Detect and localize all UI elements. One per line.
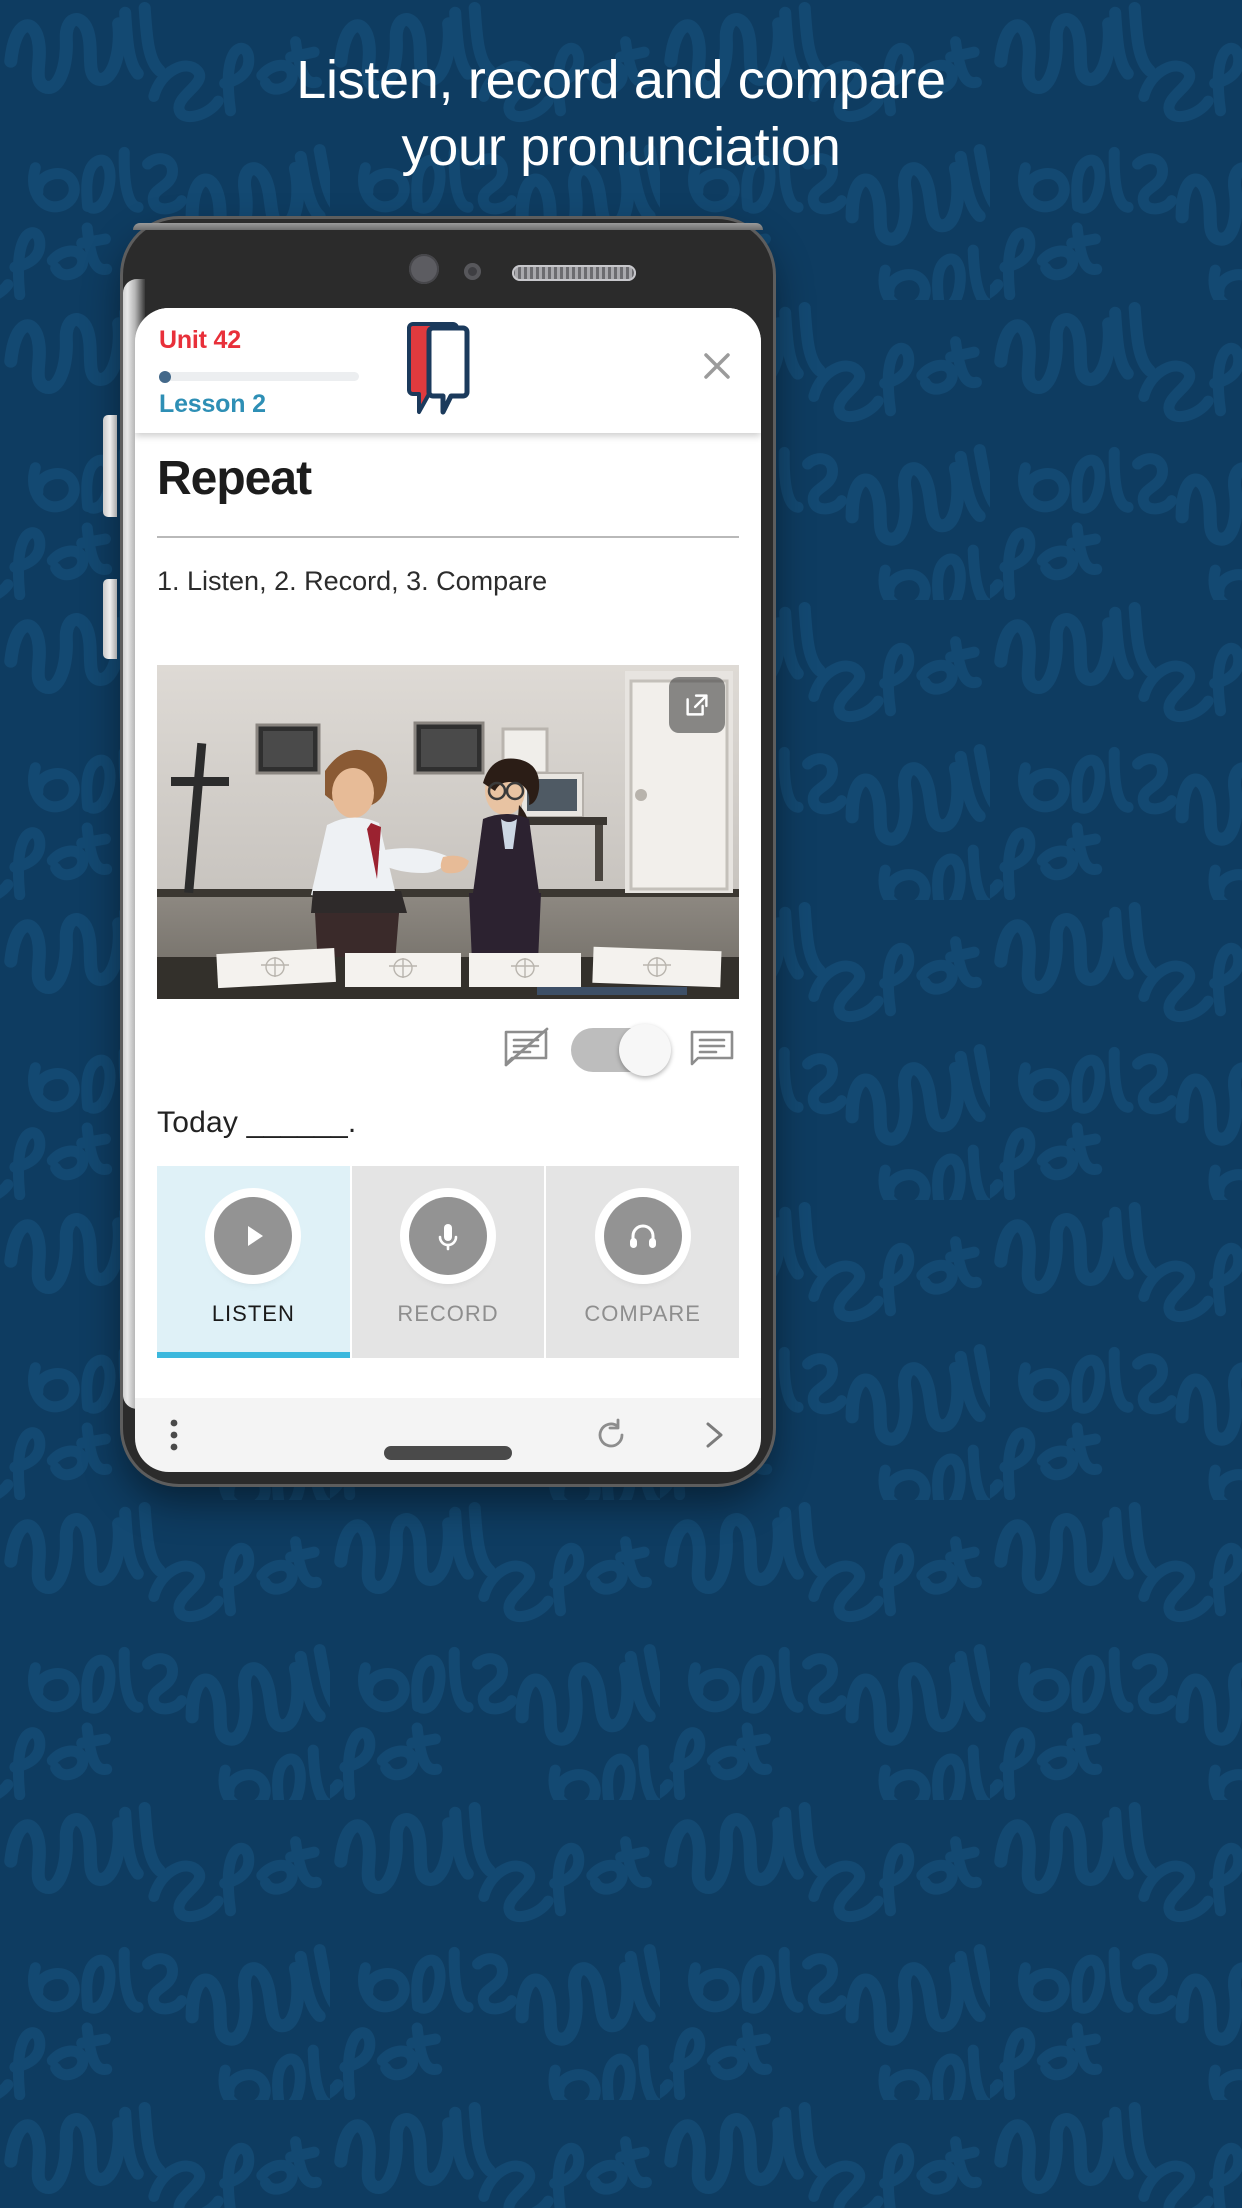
lesson-label: Lesson 2	[159, 390, 266, 418]
exercise-sentence: Today ______.	[157, 1106, 357, 1139]
progress-knob	[159, 371, 171, 383]
app-header: Unit 42 Lesson 2	[135, 308, 761, 433]
volume-down-button[interactable]	[103, 579, 117, 659]
expand-button[interactable]	[669, 677, 725, 733]
phone-screen: Unit 42 Lesson 2 Repeat 1. Listen, 2. Re…	[135, 308, 761, 1398]
english-attack-logo	[403, 318, 478, 423]
camera-icon	[409, 254, 439, 284]
subtitles-on-icon[interactable]	[689, 1027, 735, 1072]
microphone-icon	[409, 1197, 487, 1275]
replay-icon	[598, 1418, 624, 1448]
compare-label: COMPARE	[584, 1301, 701, 1326]
chevron-right-icon	[706, 1422, 723, 1448]
headphones-icon	[603, 1197, 682, 1275]
play-icon	[214, 1197, 293, 1275]
listen-label: LISTEN	[211, 1301, 295, 1326]
phone-home-bar	[384, 1446, 512, 1460]
volume-up-button[interactable]	[103, 415, 117, 517]
exercise-instruction: 1. Listen, 2. Record, 3. Compare	[157, 566, 548, 596]
more-vertical-icon	[170, 1419, 178, 1451]
next-button[interactable]	[699, 1417, 729, 1453]
record-button[interactable]: RECORD	[349, 1166, 545, 1358]
subtitles-off-icon[interactable]	[503, 1027, 549, 1072]
compare-button[interactable]: COMPARE	[544, 1166, 740, 1358]
subtitle-toggle-switch[interactable]	[571, 1023, 671, 1076]
unit-label: Unit 42	[159, 326, 241, 354]
video-frame	[157, 665, 739, 999]
lesson-progress-bar	[159, 371, 359, 383]
page-headline: Listen, record and compare your pronunci…	[0, 52, 1242, 175]
toggle-knob[interactable]	[619, 1023, 671, 1076]
expand-icon	[686, 694, 708, 716]
replay-button[interactable]	[593, 1417, 629, 1453]
listen-button[interactable]: LISTEN	[157, 1166, 350, 1358]
close-icon	[704, 353, 730, 379]
lesson-content: Repeat 1. Listen, 2. Record, 3. Compare	[135, 433, 761, 1398]
browser-nav-bar	[135, 1398, 761, 1472]
subtitle-toggle-row	[157, 1023, 739, 1076]
more-options-button[interactable]	[167, 1417, 181, 1453]
title-divider	[157, 536, 739, 538]
headline-line-2: your pronunciation	[401, 116, 841, 177]
action-tabs: LISTEN RECORD COMPARE	[157, 1166, 740, 1358]
earpiece-speaker	[512, 265, 636, 281]
proximity-sensor-icon	[464, 263, 481, 280]
record-label: RECORD	[397, 1301, 499, 1326]
close-button[interactable]	[693, 342, 741, 390]
headline-line-1: Listen, record and compare	[296, 50, 946, 110]
phone-mockup: Unit 42 Lesson 2 Repeat 1. Listen, 2. Re…	[103, 219, 773, 1484]
video-player[interactable]	[157, 665, 739, 999]
exercise-title: Repeat	[157, 452, 312, 505]
phone-top-bezel	[123, 219, 773, 308]
